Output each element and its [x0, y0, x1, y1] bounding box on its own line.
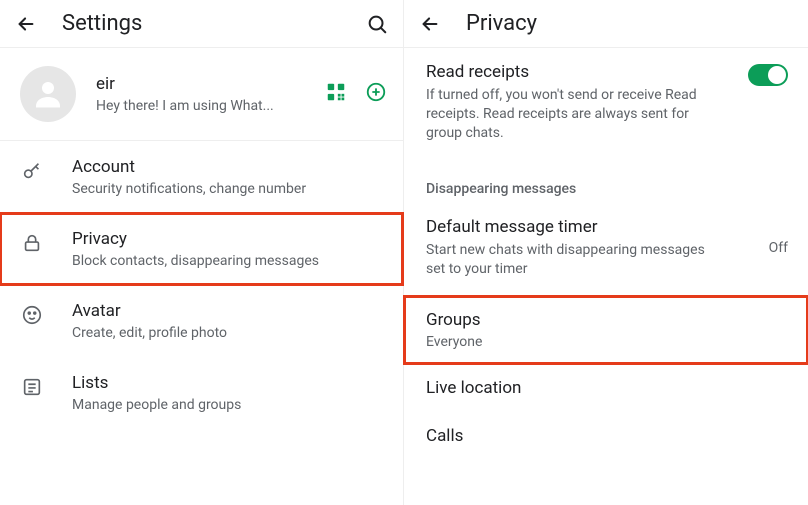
item-subtitle: Block contacts, disappearing messages: [72, 253, 387, 269]
lock-icon: [20, 231, 44, 255]
privacy-pane: Privacy Read receipts If turned off, you…: [404, 0, 808, 505]
face-icon: [20, 303, 44, 327]
disappearing-section-header: Disappearing messages: [404, 155, 808, 203]
settings-title: Settings: [62, 11, 341, 36]
settings-item-lists[interactable]: Lists Manage people and groups: [0, 357, 403, 429]
row-description: Start new chats with disappearing messag…: [426, 241, 716, 279]
default-timer-row[interactable]: Default message timer Start new chats wi…: [404, 203, 808, 291]
privacy-row-groups[interactable]: Groups Everyone: [404, 296, 808, 364]
item-subtitle: Manage people and groups: [72, 397, 387, 413]
profile-text: eir Hey there! I am using What...: [96, 74, 305, 114]
item-title: Avatar: [72, 301, 387, 321]
timer-value: Off: [769, 240, 788, 256]
read-receipts-row[interactable]: Read receipts If turned off, you won't s…: [404, 48, 808, 155]
row-title: Live location: [426, 378, 788, 398]
profile-name: eir: [96, 74, 305, 94]
back-arrow-icon[interactable]: [418, 12, 442, 36]
item-title: Account: [72, 157, 387, 177]
privacy-title: Privacy: [466, 11, 794, 36]
profile-status: Hey there! I am using What...: [96, 98, 276, 114]
profile-actions: [325, 81, 387, 107]
privacy-appbar: Privacy: [404, 0, 808, 48]
row-title: Calls: [426, 426, 788, 446]
row-description: If turned off, you won't send or receive…: [426, 86, 716, 143]
item-title: Privacy: [72, 229, 387, 249]
item-subtitle: Create, edit, profile photo: [72, 325, 387, 341]
profile-row[interactable]: eir Hey there! I am using What...: [0, 48, 403, 141]
list-icon: [20, 375, 44, 399]
settings-item-privacy[interactable]: Privacy Block contacts, disappearing mes…: [0, 213, 403, 285]
add-icon[interactable]: [365, 81, 387, 107]
item-title: Lists: [72, 373, 387, 393]
row-subtitle: Everyone: [426, 334, 788, 350]
privacy-row-live-location[interactable]: Live location: [404, 364, 808, 412]
back-arrow-icon[interactable]: [14, 12, 38, 36]
row-title: Default message timer: [426, 217, 755, 237]
key-icon: [20, 159, 44, 183]
item-subtitle: Security notifications, change number: [72, 181, 387, 197]
row-title: Read receipts: [426, 62, 734, 82]
settings-item-avatar[interactable]: Avatar Create, edit, profile photo: [0, 285, 403, 357]
settings-item-account[interactable]: Account Security notifications, change n…: [0, 141, 403, 213]
privacy-row-calls[interactable]: Calls: [404, 412, 808, 460]
qr-icon[interactable]: [325, 81, 347, 107]
settings-pane: Settings eir Hey there! I am using What.…: [0, 0, 404, 505]
read-receipts-toggle[interactable]: [748, 64, 788, 86]
search-icon[interactable]: [365, 12, 389, 36]
avatar: [20, 66, 76, 122]
row-title: Groups: [426, 310, 788, 330]
settings-appbar: Settings: [0, 0, 403, 48]
